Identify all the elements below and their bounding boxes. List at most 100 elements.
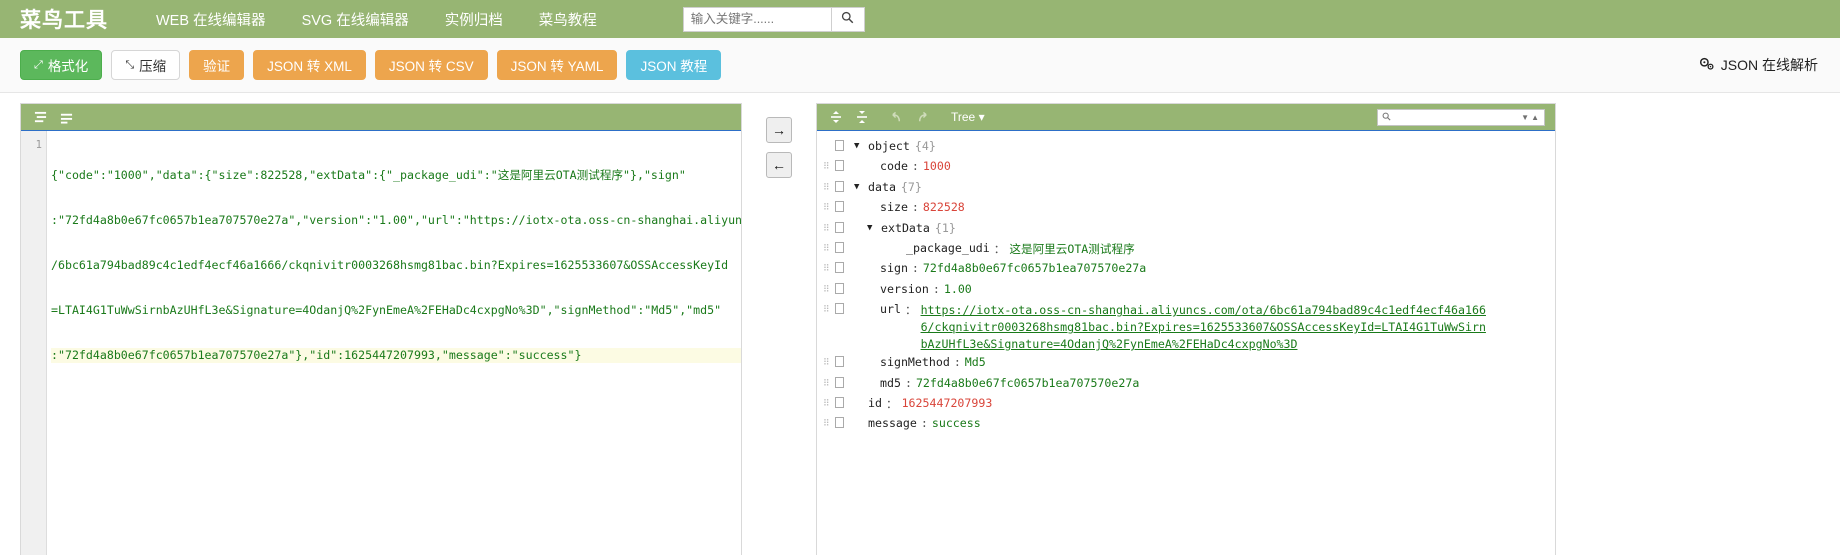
json-online-parser-link[interactable]: JSON 在线解析	[1699, 55, 1818, 75]
drag-handle[interactable]: ⠿	[823, 414, 835, 433]
json-online-parser-label: JSON 在线解析	[1720, 57, 1818, 73]
compress-button[interactable]: ⤡ 压缩	[111, 50, 181, 80]
drag-handle[interactable]: ⠿	[823, 353, 835, 372]
json-editor-body[interactable]: 1 {"code":"1000","data":{"size":822528,"…	[21, 130, 741, 555]
drag-handle[interactable]: ⠿	[823, 157, 835, 176]
tree-value[interactable]: 1.00	[944, 282, 972, 296]
tree-value[interactable]: 72fd4a8b0e67fc0657b1ea707570e27a	[923, 261, 1146, 275]
toggle-triangle-icon[interactable]: ▼	[854, 139, 868, 154]
tree-value[interactable]: 1625447207993	[902, 396, 993, 410]
tree-value[interactable]: success	[932, 416, 981, 430]
row-checkbox[interactable]	[835, 353, 854, 368]
search-input[interactable]	[682, 6, 831, 32]
row-checkbox[interactable]	[835, 394, 854, 408]
row-checkbox[interactable]	[835, 280, 854, 294]
drag-handle[interactable]: ⠿	[823, 374, 835, 393]
drag-handle[interactable]: ⠿	[823, 300, 835, 319]
tree-value[interactable]: 822528	[923, 200, 965, 214]
format-indent-icon[interactable]	[29, 107, 51, 127]
json-to-xml-button[interactable]: JSON 转 XML	[253, 50, 366, 80]
drag-handle[interactable]: ⠿	[823, 280, 835, 299]
tree-separator: :	[911, 200, 919, 215]
undo-icon[interactable]	[885, 107, 907, 127]
tree-row-signmethod[interactable]: ⠿ signMethod : Md5	[823, 353, 1555, 373]
tree-mode-label: Tree	[951, 110, 976, 124]
row-checkbox[interactable]	[835, 300, 854, 315]
nav-link-svg-editor[interactable]: SVG 在线编辑器	[284, 9, 427, 30]
tree-menu-bar: Tree ▾ ▼ ▲	[817, 104, 1555, 130]
caret-down-icon[interactable]: ▼	[1520, 113, 1530, 122]
tree-row-package-udi[interactable]: ⠿ _package_udi ： 这是阿里云OTA测试程序	[823, 239, 1555, 259]
line-number: 1	[35, 139, 42, 151]
send-left-button[interactable]: ←	[766, 152, 792, 178]
code-editor[interactable]: 1 {"code":"1000","data":{"size":822528,"…	[21, 131, 741, 555]
json-to-yaml-button[interactable]: JSON 转 YAML	[496, 50, 618, 80]
row-checkbox[interactable]	[835, 259, 854, 274]
tree-row-code[interactable]: ⠿ code : 1000	[823, 157, 1555, 177]
tree-mode-selector[interactable]: Tree ▾	[951, 110, 985, 124]
drag-handle[interactable]: ⠿	[823, 198, 835, 217]
json-tree-pane: Tree ▾ ▼ ▲ ▼ object {4} ⠿ code: 1000 ⠿ …	[816, 103, 1556, 555]
tree-row-id[interactable]: ⠿ id ： 1625447207993	[823, 394, 1555, 414]
tree-row-object[interactable]: ▼ object {4}	[823, 137, 1555, 157]
tree-row-extdata[interactable]: ⠿ ▼ extData {1}	[823, 219, 1555, 239]
toggle-triangle-icon[interactable]: ▼	[854, 180, 868, 195]
nav-link-tutorials[interactable]: 菜鸟教程	[521, 9, 615, 30]
tree-value[interactable]: 这是阿里云OTA测试程序	[1009, 241, 1134, 257]
row-checkbox[interactable]	[835, 239, 854, 253]
tree-row-data[interactable]: ⠿ ▼ data {7}	[823, 178, 1555, 198]
tree-row-message[interactable]: ⠿ message : success	[823, 414, 1555, 434]
tree-separator: :	[932, 281, 940, 296]
send-right-button[interactable]: →	[766, 117, 792, 143]
row-checkbox[interactable]	[835, 178, 854, 192]
validate-button[interactable]: 验证	[189, 50, 245, 80]
row-checkbox[interactable]	[835, 198, 854, 213]
collapse-all-icon[interactable]	[851, 107, 873, 127]
tree-row-url[interactable]: ⠿ url ： https://iotx-ota.oss-cn-shanghai…	[823, 300, 1555, 353]
search-icon	[1382, 108, 1391, 126]
json-to-csv-button[interactable]: JSON 转 CSV	[374, 50, 488, 80]
drag-handle[interactable]: ⠿	[823, 239, 835, 258]
tree-search-box[interactable]: ▼ ▲	[1377, 108, 1545, 126]
chevron-down-icon: ▾	[978, 110, 985, 124]
redo-icon[interactable]	[911, 107, 933, 127]
nav-link-examples[interactable]: 实例归档	[427, 9, 521, 30]
tree-row-version[interactable]: ⠿ version : 1.00	[823, 280, 1555, 300]
tree-value[interactable]: 1000	[923, 159, 951, 173]
code-line: {"code":"1000","data":{"size":822528,"ex…	[51, 168, 686, 182]
tree-value-url[interactable]: https://iotx-ota.oss-cn-shanghai.aliyunc…	[921, 302, 1491, 353]
tree-value[interactable]: Md5	[965, 355, 986, 369]
tree-key: code	[880, 159, 908, 174]
tree-row-md5[interactable]: ⠿ md5 : 72fd4a8b0e67fc0657b1ea707570e27a	[823, 374, 1555, 394]
json-input-pane: 1 {"code":"1000","data":{"size":822528,"…	[20, 103, 742, 555]
format-compact-icon[interactable]	[55, 107, 77, 127]
row-checkbox[interactable]	[835, 374, 854, 388]
row-checkbox[interactable]	[835, 219, 854, 233]
drag-handle[interactable]: ⠿	[823, 219, 835, 238]
json-tutorial-button[interactable]: JSON 教程	[626, 50, 722, 80]
expand-all-icon[interactable]	[825, 107, 847, 127]
code-line: :"72fd4a8b0e67fc0657b1ea707570e27a","ver…	[51, 213, 741, 227]
format-button[interactable]: ⤢ 格式化	[20, 50, 103, 80]
code-line: :"72fd4a8b0e67fc0657b1ea707570e27a"},"id…	[51, 348, 741, 363]
code-content[interactable]: {"code":"1000","data":{"size":822528,"ex…	[47, 131, 741, 555]
code-line: =LTAI4G1TuWwSirnbAzUHfL3e&Signature=4Oda…	[51, 303, 722, 317]
toggle-triangle-icon[interactable]: ▼	[867, 221, 881, 236]
tree-value[interactable]: 72fd4a8b0e67fc0657b1ea707570e27a	[916, 376, 1139, 390]
row-checkbox[interactable]	[835, 137, 854, 151]
row-checkbox[interactable]	[835, 157, 854, 172]
nav-link-web-editor[interactable]: WEB 在线编辑器	[138, 9, 284, 30]
row-checkbox[interactable]	[835, 414, 854, 429]
tree-separator: ：	[993, 241, 1006, 256]
drag-handle[interactable]: ⠿	[823, 178, 835, 197]
drag-handle[interactable]: ⠿	[823, 394, 835, 413]
search-button[interactable]	[830, 6, 865, 32]
tree-row-size[interactable]: ⠿ size : 822528	[823, 198, 1555, 218]
action-toolbar: ⤢ 格式化 ⤡ 压缩 验证 JSON 转 XML JSON 转 CSV JSON…	[0, 38, 1840, 93]
tree-key: url	[880, 302, 901, 317]
caret-up-icon[interactable]: ▲	[1530, 113, 1540, 122]
drag-handle[interactable]: ⠿	[823, 259, 835, 278]
site-logo[interactable]: 菜鸟工具	[12, 4, 116, 34]
tree-row-sign[interactable]: ⠿ sign : 72fd4a8b0e67fc0657b1ea707570e27…	[823, 259, 1555, 279]
line-number-gutter: 1	[21, 131, 47, 555]
